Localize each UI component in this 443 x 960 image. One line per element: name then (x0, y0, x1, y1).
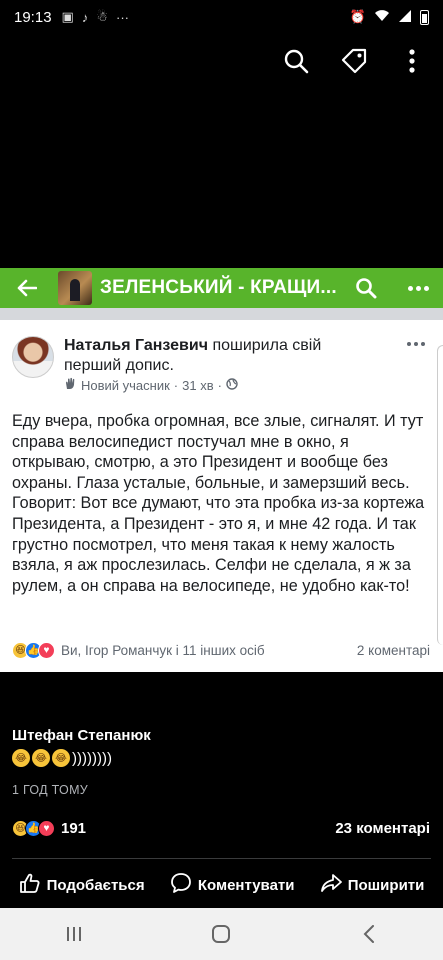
reaction-icons: 😆 👍 ♥ (12, 820, 55, 837)
laughing-emoji-icon: 😂 (32, 749, 50, 767)
gallery-notification-icon: ▣ (61, 9, 74, 24)
post-card: Наталья Ганзевич поширила свій перший до… (0, 320, 443, 672)
action-bar: Подобається Коментувати Поширити (0, 868, 443, 902)
wifi-icon (374, 9, 390, 25)
comment-button[interactable]: Коментувати (170, 872, 295, 898)
app-notification-icon: ☃ (96, 9, 108, 24)
comment-time: 1 ГОД ТОМУ (12, 783, 89, 797)
globe-icon (226, 377, 238, 393)
more-notifications-icon: ··· (116, 9, 129, 25)
comment-author[interactable]: Штефан Степанюк (12, 727, 151, 744)
group-header: ЗЕЛЕНСЬКИЙ - КРАЩИ... (0, 268, 443, 308)
love-icon: ♥ (38, 642, 55, 659)
post-comments-count[interactable]: 2 коментарі (357, 643, 430, 658)
home-icon[interactable] (196, 914, 246, 954)
comment-bubble-icon (170, 872, 192, 898)
group-avatar[interactable] (58, 271, 92, 305)
meta-dot: · (173, 377, 179, 393)
card-edge (437, 345, 443, 645)
post-reactions-row[interactable]: 😆 👍 ♥ Ви, Ігор Романчук і 11 інших осіб … (12, 642, 430, 659)
search-icon[interactable] (279, 44, 313, 78)
reaction-icons: 😆 👍 ♥ (12, 642, 55, 659)
thumbs-up-icon (19, 872, 41, 898)
back-icon[interactable] (344, 914, 394, 954)
reactors-text: Ви, Ігор Романчук і 11 інших осіб (61, 643, 265, 658)
group-title[interactable]: ЗЕЛЕНСЬКИЙ - КРАЩИ... (100, 277, 337, 299)
share-arrow-icon (320, 872, 342, 898)
alarm-icon: ⏰ (349, 9, 366, 24)
love-icon: ♥ (38, 820, 55, 837)
recent-apps-icon[interactable] (49, 914, 99, 954)
music-notification-icon: ♪ (81, 9, 89, 25)
android-nav-bar (0, 908, 443, 960)
divider (12, 858, 431, 859)
like-label: Подобається (46, 876, 145, 894)
back-arrow-icon[interactable] (12, 273, 42, 303)
signal-icon (398, 9, 412, 25)
post-meta: Новий учасник · 31 хв · (64, 377, 238, 393)
share-label: Поширити (347, 876, 425, 894)
comments-count[interactable]: 23 коментарі (335, 820, 430, 837)
like-button[interactable]: Подобається (19, 872, 145, 898)
group-search-icon[interactable] (351, 273, 381, 303)
reactions-count[interactable]: 191 (61, 820, 86, 837)
wave-hand-icon (64, 377, 77, 393)
post-header: Наталья Ганзевич поширила свій перший до… (64, 336, 364, 376)
share-button[interactable]: Поширити (320, 872, 425, 898)
laughing-emoji-icon: 😂 (12, 749, 30, 767)
post-more-icon[interactable] (407, 342, 425, 346)
post-time[interactable]: 31 хв (182, 378, 213, 393)
battery-icon (420, 9, 429, 25)
more-vertical-icon[interactable] (395, 44, 429, 78)
tag-icon[interactable] (337, 44, 371, 78)
status-time: 19:13 (14, 8, 52, 26)
viewer-stats: 😆 👍 ♥ 191 23 коментарі (12, 820, 430, 837)
post-text: Еду вчера, пробка огромная, все злые, си… (12, 412, 425, 595)
comment-text: )))))))) (72, 749, 112, 767)
author-avatar[interactable] (12, 336, 54, 378)
laughing-emoji-icon: 😂 (52, 749, 70, 767)
group-more-icon[interactable] (405, 285, 431, 291)
separator (0, 308, 443, 320)
comment-label: Коментувати (197, 876, 295, 894)
new-member-badge: Новий учасник (81, 377, 170, 393)
meta-dot: · (217, 377, 222, 393)
author-name[interactable]: Наталья Ганзевич (64, 337, 208, 354)
comment-body: 😂 😂 😂 )))))))) (12, 749, 112, 767)
status-bar: 19:13 ▣ ♪ ☃ ··· ⏰ (0, 0, 443, 34)
viewer-toolbar (279, 44, 429, 78)
